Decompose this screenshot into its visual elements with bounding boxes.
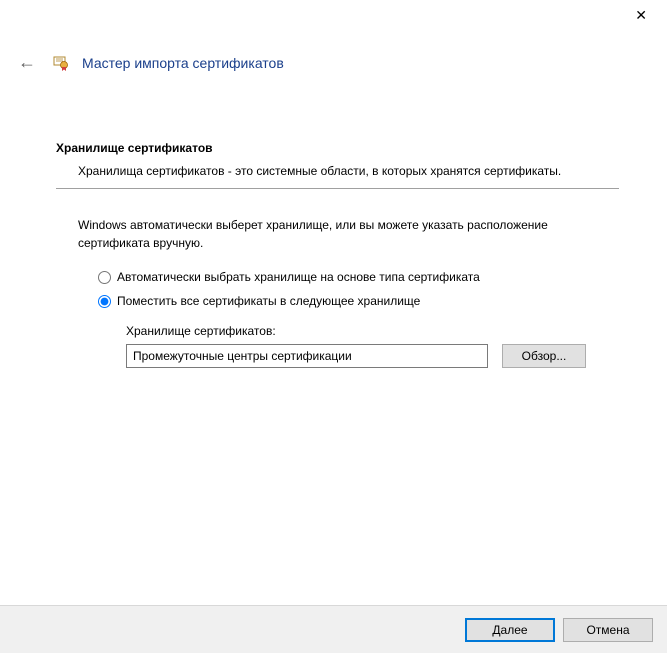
radio-auto-select[interactable]: Автоматически выбрать хранилище на основ… xyxy=(98,270,619,284)
wizard-header: ← Мастер импорта сертификатов xyxy=(0,30,667,85)
certificate-wizard-icon xyxy=(52,54,70,72)
store-row: Обзор... xyxy=(126,344,619,368)
close-icon[interactable]: ✕ xyxy=(627,3,655,28)
section-heading: Хранилище сертификатов xyxy=(56,141,619,155)
wizard-content: Хранилище сертификатов Хранилища сертифи… xyxy=(0,85,667,368)
radio-group: Автоматически выбрать хранилище на основ… xyxy=(56,270,619,308)
radio-auto-input[interactable] xyxy=(98,271,111,284)
radio-auto-label: Автоматически выбрать хранилище на основ… xyxy=(117,270,480,284)
radio-place-label: Поместить все сертификаты в следующее хр… xyxy=(117,294,420,308)
next-button[interactable]: Далее xyxy=(465,618,555,642)
store-field-label: Хранилище сертификатов: xyxy=(126,324,619,338)
section-description: Хранилища сертификатов - это системные о… xyxy=(56,163,619,180)
back-arrow-icon[interactable]: ← xyxy=(14,48,40,77)
browse-button[interactable]: Обзор... xyxy=(502,344,586,368)
store-input[interactable] xyxy=(126,344,488,368)
radio-place-input[interactable] xyxy=(98,295,111,308)
divider xyxy=(56,188,619,189)
cancel-button[interactable]: Отмена xyxy=(563,618,653,642)
wizard-title: Мастер импорта сертификатов xyxy=(82,55,284,71)
titlebar: ✕ xyxy=(0,0,667,30)
certificate-store-block: Хранилище сертификатов: Обзор... xyxy=(56,324,619,368)
radio-place-all[interactable]: Поместить все сертификаты в следующее хр… xyxy=(98,294,619,308)
wizard-footer: Далее Отмена xyxy=(0,605,667,653)
instruction-text: Windows автоматически выберет хранилище,… xyxy=(56,217,619,252)
